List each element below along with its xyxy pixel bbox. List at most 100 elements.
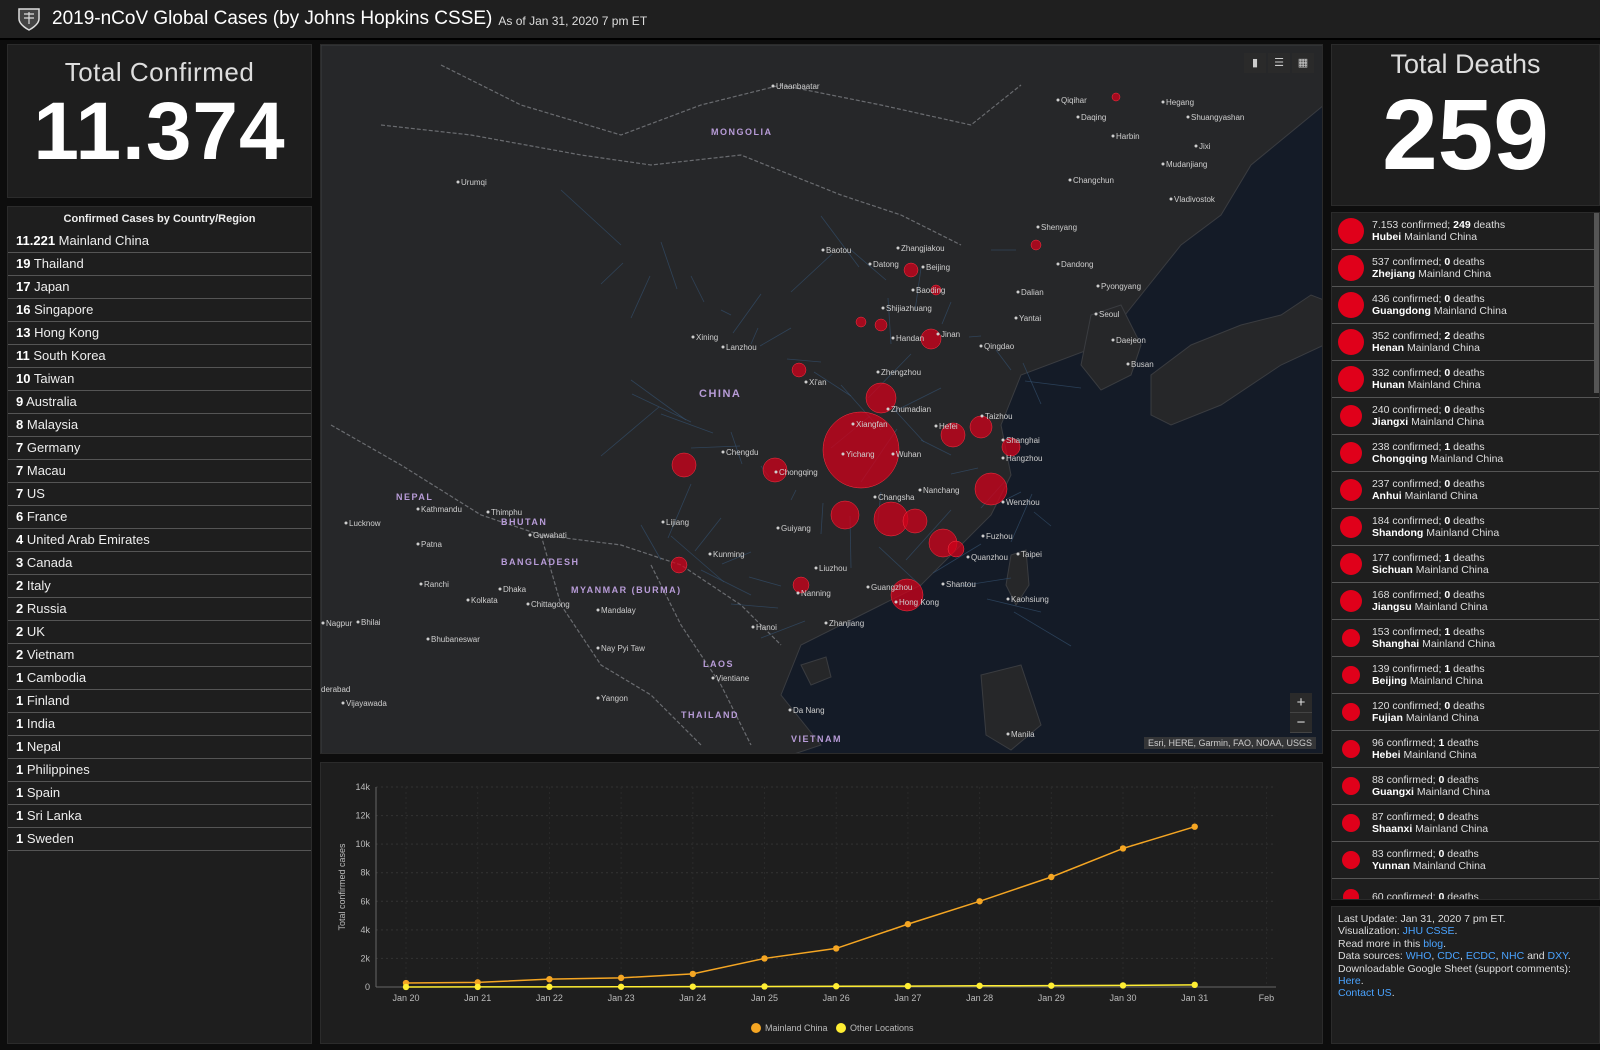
country-row[interactable]: 7 US — [8, 483, 311, 506]
country-row[interactable]: 2 Italy — [8, 575, 311, 598]
province-row[interactable]: 88 confirmed; 0 deaths Guangxi Mainland C… — [1332, 768, 1599, 805]
city-marker — [341, 701, 345, 705]
zoom-out-button[interactable]: − — [1290, 713, 1312, 733]
contact-us-link[interactable]: Contact US — [1338, 987, 1392, 999]
confirmed-count: 139 — [1371, 663, 1390, 675]
province-row[interactable]: 153 confirmed; 1 deaths Shanghai Mainland… — [1332, 620, 1599, 657]
map-view[interactable]: MONGOLIA CHINA NEPAL BHUTAN BANGLADESH MYANMA… — [320, 44, 1323, 754]
province-row[interactable]: 184 confirmed; 0 deaths Shandong Mainland… — [1332, 509, 1599, 546]
province-row[interactable]: 83 confirmed; 0 deaths Yunnan Mainland Ch… — [1332, 842, 1599, 879]
country-row[interactable]: 1 Cambodia — [8, 667, 311, 690]
app-title: 2019-nCoV Global Cases (by Johns Hopkins… — [52, 8, 493, 29]
country-row[interactable]: 2 Russia — [8, 598, 311, 621]
province-info: 238 confirmed; 1 deaths Chongqing Mainlan… — [1372, 441, 1503, 465]
province-region: Mainland China — [1404, 231, 1478, 243]
country-row[interactable]: 7 Germany — [8, 437, 311, 460]
country-row[interactable]: 6 France — [8, 506, 311, 529]
country-row[interactable]: 1 Sri Lanka — [8, 805, 311, 828]
province-info: 96 confirmed; 1 deaths Hebei Mainland Chi… — [1372, 737, 1479, 761]
province-row[interactable]: 96 confirmed; 1 deaths Hebei Mainland Chi… — [1332, 731, 1599, 768]
province-row[interactable]: 139 confirmed; 1 deaths Beijing Mainland … — [1332, 657, 1599, 694]
city-marker — [1094, 312, 1098, 316]
province-row[interactable]: 177 confirmed; 1 deaths Sichuan Mainland … — [1332, 546, 1599, 583]
city-marker — [711, 676, 715, 680]
country-row[interactable]: 7 Macau — [8, 460, 311, 483]
country-row[interactable]: 1 India — [8, 713, 311, 736]
city-marker — [814, 566, 818, 570]
map-city-label: Guangzhou — [871, 583, 912, 592]
country-row[interactable]: 16 Singapore — [8, 299, 311, 322]
province-row[interactable]: 87 confirmed; 0 deaths Shaanxi Mainland C… — [1332, 805, 1599, 842]
province-row[interactable]: 436 confirmed; 0 deaths Guangdong Mainlan… — [1332, 287, 1599, 324]
province-row[interactable]: 240 confirmed; 0 deaths Jiangxi Mainland … — [1332, 398, 1599, 435]
case-bubble — [671, 452, 697, 478]
country-row[interactable]: 1 Nepal — [8, 736, 311, 759]
source-link-dxy[interactable]: DXY — [1548, 950, 1568, 962]
list-icon[interactable]: ☰ — [1268, 53, 1290, 73]
province-location: Beijing Mainland China — [1372, 675, 1485, 687]
bookmark-icon[interactable]: ▮ — [1244, 53, 1266, 73]
map-city-label: Hong Kong — [899, 598, 939, 607]
province-stats: 332 confirmed; 0 deaths — [1372, 367, 1485, 379]
country-row[interactable]: 4 United Arab Emirates — [8, 529, 311, 552]
source-link-who[interactable]: WHO — [1406, 950, 1432, 962]
country-row[interactable]: 2 UK — [8, 621, 311, 644]
province-info: 60 confirmed; 0 deaths — [1372, 891, 1479, 899]
source-link-ecdc[interactable]: ECDC — [1466, 950, 1496, 962]
google-sheet-link[interactable]: Here — [1338, 975, 1361, 987]
jhu-csse-link[interactable]: JHU CSSE — [1403, 925, 1455, 937]
country-row[interactable]: 19 Thailand — [8, 253, 311, 276]
province-list-panel[interactable]: 7.153 confirmed; 249 deaths Hubei Mainlan… — [1331, 212, 1600, 900]
map-canvas[interactable]: MONGOLIA CHINA NEPAL BHUTAN BANGLADESH MYANMA… — [321, 45, 1323, 754]
country-row[interactable]: 1 Spain — [8, 782, 311, 805]
death-count: 2 — [1444, 330, 1451, 342]
map-city-label: Datong — [873, 260, 899, 269]
province-row[interactable]: 60 confirmed; 0 deaths — [1332, 879, 1599, 899]
zoom-in-button[interactable]: + — [1290, 693, 1312, 713]
country-row[interactable]: 9 Australia — [8, 391, 311, 414]
city-marker — [456, 180, 460, 184]
total-confirmed-label: Total Confirmed — [64, 57, 255, 87]
country-list-panel[interactable]: Confirmed Cases by Country/Region 11.221… — [7, 206, 312, 1044]
country-row[interactable]: 1 Philippines — [8, 759, 311, 782]
province-row[interactable]: 537 confirmed; 0 deaths Zhejiang Mainland… — [1332, 250, 1599, 287]
province-list-scrollbar[interactable] — [1594, 213, 1599, 393]
info-panel: Last Update: Jan 31, 2020 7 pm ET. Visua… — [1331, 906, 1600, 1044]
map-city-label: Seoul — [1099, 310, 1120, 319]
city-marker — [796, 591, 800, 595]
province-row[interactable]: 332 confirmed; 0 deaths Hunan Mainland Ch… — [1332, 361, 1599, 398]
province-region: Mainland China — [1407, 379, 1481, 391]
country-row[interactable]: 17 Japan — [8, 276, 311, 299]
total-deaths-panel: Total Deaths 259 — [1331, 44, 1600, 206]
map-city-label: Kathmandu — [421, 505, 462, 514]
country-row[interactable]: 11 South Korea — [8, 345, 311, 368]
source-link-cdc[interactable]: CDC — [1437, 950, 1460, 962]
country-row[interactable]: 3 Canada — [8, 552, 311, 575]
province-row[interactable]: 237 confirmed; 0 deaths Anhui Mainland Ch… — [1332, 472, 1599, 509]
country-row[interactable]: 1 Finland — [8, 690, 311, 713]
confirmed-count: 238 — [1371, 441, 1390, 453]
province-info: 87 confirmed; 0 deaths Shaanxi Mainland C… — [1372, 811, 1488, 835]
country-name: Hong Kong — [34, 325, 100, 340]
province-row[interactable]: 7.153 confirmed; 249 deaths Hubei Mainlan… — [1332, 213, 1599, 250]
map-city-label: Guwahati — [533, 531, 567, 540]
country-row[interactable]: 1 Sweden — [8, 828, 311, 851]
province-name: Shanghai — [1371, 638, 1420, 650]
province-row[interactable]: 352 confirmed; 2 deaths Henan Mainland Ch… — [1332, 324, 1599, 361]
country-count: 17 — [16, 279, 31, 294]
country-row[interactable]: 11.221 Mainland China — [8, 230, 311, 253]
country-row[interactable]: 10 Taiwan — [8, 368, 311, 391]
source-link-nhc[interactable]: NHC — [1501, 950, 1524, 962]
country-row[interactable]: 2 Vietnam — [8, 644, 311, 667]
blog-link[interactable]: blog — [1423, 938, 1443, 950]
country-row[interactable]: 13 Hong Kong — [8, 322, 311, 345]
country-row[interactable]: 8 Malaysia — [8, 414, 311, 437]
city-marker — [416, 542, 420, 546]
map-city-label: Kolkata — [471, 596, 498, 605]
province-row[interactable]: 168 confirmed; 0 deaths Jiangsu Mainland … — [1332, 583, 1599, 620]
province-row[interactable]: 120 confirmed; 0 deaths Fujian Mainland C… — [1332, 694, 1599, 731]
province-row[interactable]: 238 confirmed; 1 deaths Chongqing Mainlan… — [1332, 435, 1599, 472]
grid-icon[interactable]: ▦ — [1292, 53, 1314, 73]
city-marker — [751, 625, 755, 629]
and-text: and — [1527, 950, 1545, 963]
